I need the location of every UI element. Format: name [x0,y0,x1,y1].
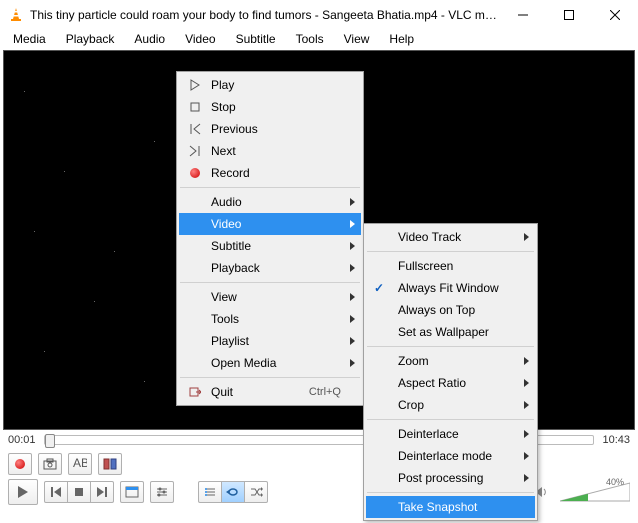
prev-track-button[interactable] [44,481,68,503]
stop-button[interactable] [67,481,91,503]
ctx-fullscreen[interactable]: Fullscreen [366,255,535,277]
ctx-tools[interactable]: Tools [179,308,361,330]
ctx-next[interactable]: Next [179,140,361,162]
ctx-playback[interactable]: Playback [179,257,361,279]
ctx-view[interactable]: View [179,286,361,308]
context-menu-main: Play Stop Previous Next Record Audio Vid… [176,71,364,406]
snapshot-button[interactable] [38,453,62,475]
prev-icon [183,118,207,140]
ctx-deint-mode[interactable]: Deinterlace mode [366,445,535,467]
play-icon [183,74,207,96]
playlist-button[interactable] [198,481,222,503]
seek-row: 00:01 10:43 [0,430,638,450]
ctx-audio[interactable]: Audio [179,191,361,213]
volume-label: 40% [606,477,624,487]
svg-text:B: B [81,458,87,470]
menu-help[interactable]: Help [380,30,423,48]
separator [180,187,360,188]
separator [180,282,360,283]
next-icon [183,140,207,162]
context-menu-video: Video Track Fullscreen ✓Always Fit Windo… [363,223,538,521]
ctx-record[interactable]: Record [179,162,361,184]
play-button[interactable] [8,479,38,505]
next-track-button[interactable] [90,481,114,503]
ctx-always-top[interactable]: Always on Top [366,299,535,321]
stop-icon [183,96,207,118]
ctx-subtitle[interactable]: Subtitle [179,235,361,257]
menu-audio[interactable]: Audio [125,30,174,48]
shuffle-button[interactable] [244,481,268,503]
titlebar: This tiny particle could roam your body … [0,0,638,30]
menu-view[interactable]: View [335,30,379,48]
ctx-zoom[interactable]: Zoom [366,350,535,372]
ctx-video[interactable]: Video [179,213,361,235]
ext-settings-button[interactable] [150,481,174,503]
ctx-wallpaper[interactable]: Set as Wallpaper [366,321,535,343]
separator [367,251,534,252]
separator [367,419,534,420]
time-total[interactable]: 10:43 [602,434,630,446]
ctx-previous[interactable]: Previous [179,118,361,140]
ctx-video-track[interactable]: Video Track [366,226,535,248]
window-title: This tiny particle could roam your body … [30,8,500,22]
menu-subtitle[interactable]: Subtitle [227,30,285,48]
ctx-take-snapshot[interactable]: Take Snapshot [366,496,535,518]
ctx-postproc[interactable]: Post processing [366,467,535,489]
close-button[interactable] [592,0,638,30]
frame-step-button[interactable] [98,453,122,475]
ctx-stop[interactable]: Stop [179,96,361,118]
seek-knob[interactable] [45,434,55,448]
separator [367,346,534,347]
loop-ab-button[interactable]: AB [68,453,92,475]
fullscreen-button[interactable] [120,481,144,503]
loop-button[interactable] [221,481,245,503]
ctx-always-fit[interactable]: ✓Always Fit Window [366,277,535,299]
check-icon: ✓ [374,281,384,295]
minimize-button[interactable] [500,0,546,30]
playback-controls: 40% [0,478,638,506]
advanced-controls: AB [0,450,638,478]
volume-slider[interactable]: 40% [560,479,630,505]
ctx-deinterlace[interactable]: Deinterlace [366,423,535,445]
ctx-aspect[interactable]: Aspect Ratio [366,372,535,394]
quit-icon [183,381,207,403]
menubar: Media Playback Audio Video Subtitle Tool… [0,30,638,50]
vlc-icon [8,7,24,23]
record-button[interactable] [8,453,32,475]
separator [180,377,360,378]
svg-text:A: A [73,458,81,470]
maximize-button[interactable] [546,0,592,30]
menu-video[interactable]: Video [176,30,224,48]
ctx-playlist[interactable]: Playlist [179,330,361,352]
ctx-open-media[interactable]: Open Media [179,352,361,374]
menu-media[interactable]: Media [4,30,55,48]
separator [367,492,534,493]
ctx-crop[interactable]: Crop [366,394,535,416]
menu-playback[interactable]: Playback [57,30,124,48]
ctx-quit[interactable]: QuitCtrl+Q [179,381,361,403]
time-current[interactable]: 00:01 [8,434,36,446]
menu-tools[interactable]: Tools [287,30,333,48]
record-icon [183,162,207,184]
ctx-play[interactable]: Play [179,74,361,96]
